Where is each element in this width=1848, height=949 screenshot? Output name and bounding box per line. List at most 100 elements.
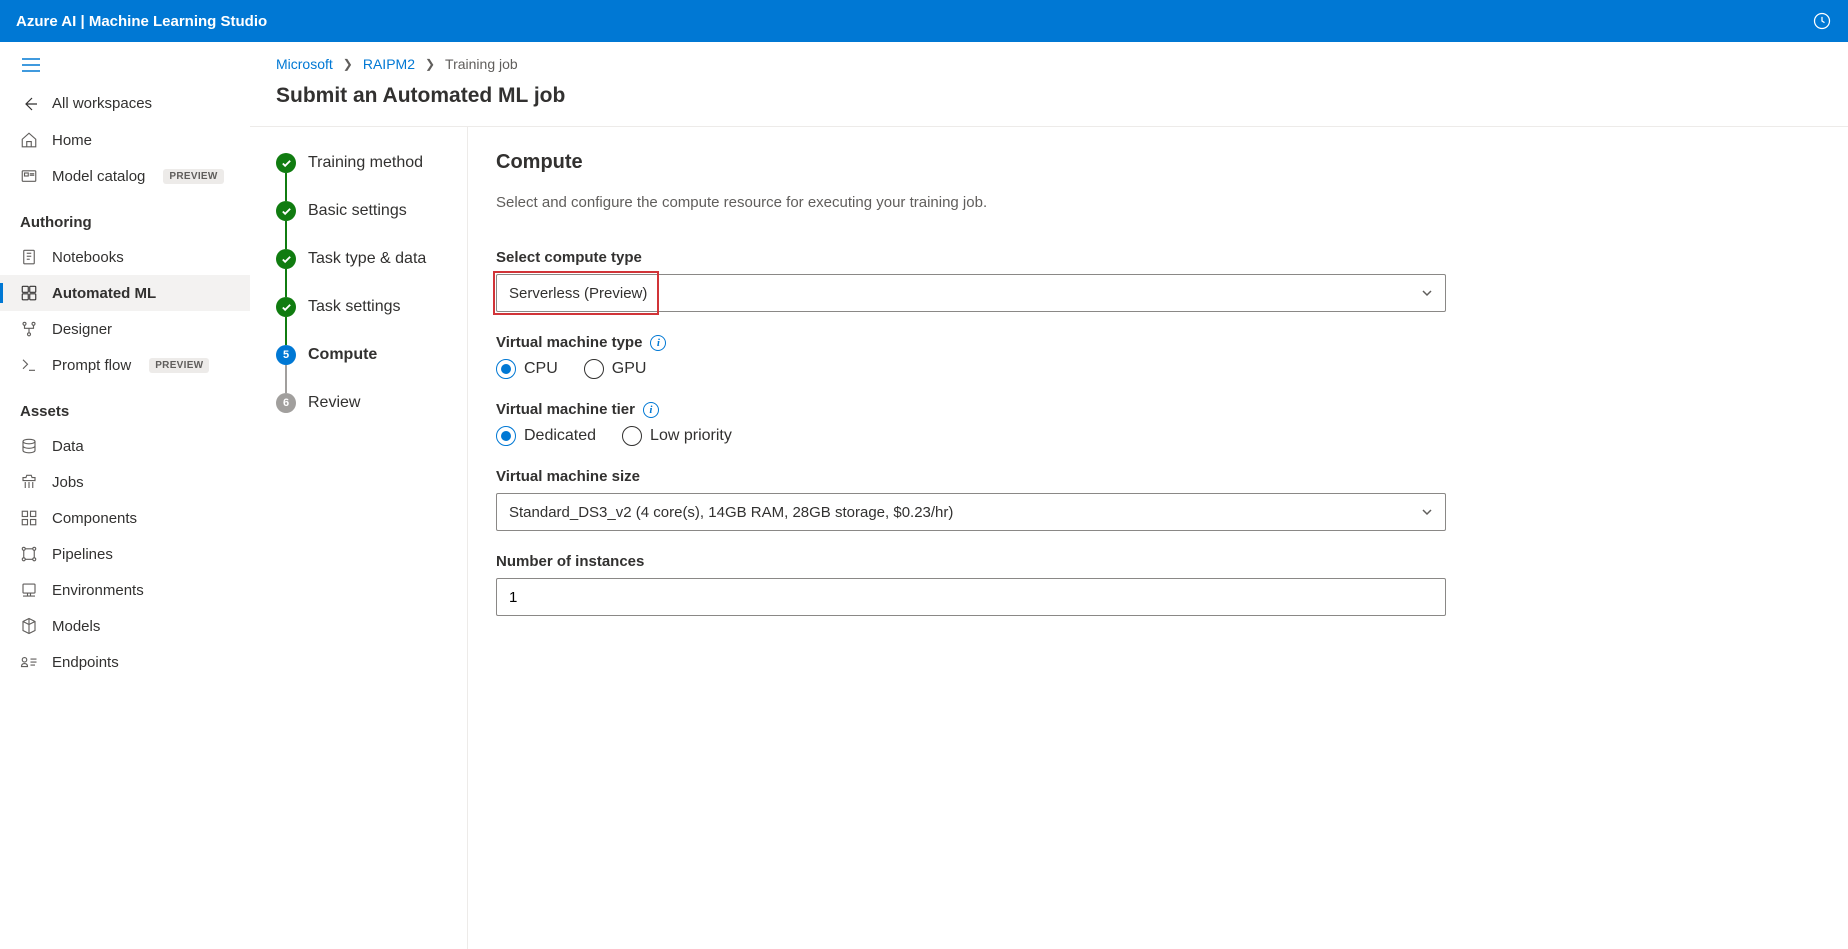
info-icon[interactable]: i [650,335,666,351]
sidebar-item-endpoints[interactable]: Endpoints [0,644,250,680]
sidebar-item-home[interactable]: Home [0,122,250,158]
catalog-icon [20,167,38,185]
preview-badge: PREVIEW [149,358,209,373]
compute-type-select[interactable]: Serverless (Preview) [496,274,1446,312]
sidebar-item-label: Notebooks [52,249,124,266]
vm-size-select[interactable]: Standard_DS3_v2 (4 core(s), 14GB RAM, 28… [496,493,1446,531]
stepper: Training method Basic settings Task type… [250,127,468,949]
breadcrumb: Microsoft ❯ RAIPM2 ❯ Training job [250,42,1848,76]
preview-badge: PREVIEW [163,169,223,184]
hamburger-icon[interactable] [0,54,250,85]
jobs-icon [20,473,38,491]
step-label: Review [308,394,360,412]
components-icon [20,509,38,527]
main-content: Microsoft ❯ RAIPM2 ❯ Training job Submit… [250,42,1848,949]
radio-icon [496,426,516,446]
prompt-flow-icon [20,356,38,374]
compute-type-value: Serverless (Preview) [509,285,647,302]
check-icon [276,201,296,221]
step-label: Task type & data [308,250,426,268]
endpoints-icon [20,653,38,671]
radio-cpu[interactable]: CPU [496,359,558,379]
step-task-type-data[interactable]: Task type & data [276,249,467,269]
instances-label: Number of instances [496,553,1446,570]
vm-size-label: Virtual machine size [496,468,1446,485]
breadcrumb-link-microsoft[interactable]: Microsoft [276,56,333,72]
sidebar-item-label: Data [52,438,84,455]
app-title: Azure AI | Machine Learning Studio [16,13,267,30]
sidebar-item-label: Prompt flow [52,357,131,374]
step-review[interactable]: 6 Review [276,393,467,413]
step-compute[interactable]: 5 Compute [276,345,467,365]
clock-icon[interactable] [1812,11,1832,31]
sidebar-item-jobs[interactable]: Jobs [0,464,250,500]
sidebar-item-label: Model catalog [52,168,145,185]
sidebar-item-notebooks[interactable]: Notebooks [0,239,250,275]
arrow-left-icon [22,96,38,112]
sidebar-item-pipelines[interactable]: Pipelines [0,536,250,572]
step-label: Basic settings [308,202,407,220]
info-icon[interactable]: i [643,402,659,418]
all-workspaces-label: All workspaces [52,95,152,112]
radio-label: Dedicated [524,427,596,445]
step-training-method[interactable]: Training method [276,153,467,173]
step-number: 5 [276,345,296,365]
step-connector [285,317,287,345]
radio-label: Low priority [650,427,732,445]
step-connector [285,269,287,297]
pipelines-icon [20,545,38,563]
sidebar-item-designer[interactable]: Designer [0,311,250,347]
all-workspaces-link[interactable]: All workspaces [0,85,250,122]
step-task-settings[interactable]: Task settings [276,297,467,317]
compute-type-label: Select compute type [496,249,1446,266]
sidebar-item-model-catalog[interactable]: Model catalog PREVIEW [0,158,250,194]
step-connector [285,365,287,393]
sidebar-item-label: Environments [52,582,144,599]
radio-gpu[interactable]: GPU [584,359,647,379]
step-number: 6 [276,393,296,413]
page-title: Submit an Automated ML job [250,76,1848,126]
sidebar-item-models[interactable]: Models [0,608,250,644]
sidebar: All workspaces Home Model catalog PREVIE… [0,42,250,949]
chevron-down-icon [1421,506,1433,518]
sidebar-item-environments[interactable]: Environments [0,572,250,608]
vm-size-value: Standard_DS3_v2 (4 core(s), 14GB RAM, 28… [509,504,953,521]
vm-tier-label: Virtual machine tier [496,401,635,418]
step-connector [285,173,287,201]
vm-tier-field: Virtual machine tier i Dedicated Low pri… [496,401,1446,446]
compute-description: Select and configure the compute resourc… [496,194,1820,211]
breadcrumb-link-workspace[interactable]: RAIPM2 [363,56,415,72]
sidebar-item-data[interactable]: Data [0,428,250,464]
radio-icon [584,359,604,379]
check-icon [276,153,296,173]
instances-input[interactable] [496,578,1446,616]
radio-icon [622,426,642,446]
environments-icon [20,581,38,599]
sidebar-item-prompt-flow[interactable]: Prompt flow PREVIEW [0,347,250,383]
radio-label: CPU [524,360,558,378]
data-icon [20,437,38,455]
check-icon [276,249,296,269]
compute-type-field: Select compute type Serverless (Preview) [496,249,1446,312]
compute-heading: Compute [496,151,1820,174]
step-label: Training method [308,154,423,172]
form-area: Compute Select and configure the compute… [468,127,1848,949]
sidebar-item-automated-ml[interactable]: Automated ML [0,275,250,311]
radio-low-priority[interactable]: Low priority [622,426,732,446]
sidebar-item-label: Jobs [52,474,84,491]
topbar-right [1812,11,1832,31]
designer-icon [20,320,38,338]
radio-dedicated[interactable]: Dedicated [496,426,596,446]
step-basic-settings[interactable]: Basic settings [276,201,467,221]
check-icon [276,297,296,317]
vm-size-field: Virtual machine size Standard_DS3_v2 (4 … [496,468,1446,531]
step-label: Task settings [308,298,400,316]
models-icon [20,617,38,635]
topbar: Azure AI | Machine Learning Studio [0,0,1848,42]
sidebar-item-label: Home [52,132,92,149]
vm-type-field: Virtual machine type i CPU GPU [496,334,1446,379]
notebook-icon [20,248,38,266]
sidebar-item-components[interactable]: Components [0,500,250,536]
authoring-heading: Authoring [0,194,250,239]
assets-heading: Assets [0,383,250,428]
